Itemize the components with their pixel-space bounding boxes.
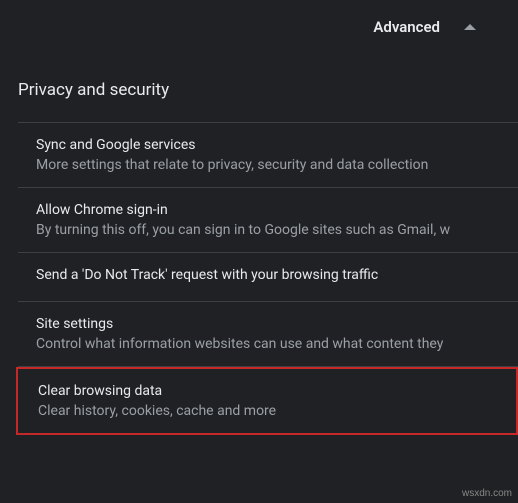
settings-item-donottrack[interactable]: Send a 'Do Not Track' request with your …: [18, 253, 518, 302]
section-title: Privacy and security: [0, 54, 518, 122]
settings-item-sync[interactable]: Sync and Google services More settings t…: [18, 123, 518, 188]
item-description: Clear history, cookies, cache and more: [38, 403, 512, 419]
item-title: Clear browsing data: [38, 383, 512, 399]
settings-list: Sync and Google services More settings t…: [18, 122, 518, 435]
item-description: More settings that relate to privacy, se…: [36, 157, 514, 173]
item-title: Allow Chrome sign-in: [36, 202, 514, 218]
advanced-toggle[interactable]: Advanced: [0, 0, 518, 54]
item-description: Control what information websites can us…: [36, 336, 514, 352]
item-title: Sync and Google services: [36, 137, 514, 153]
settings-item-clear-browsing[interactable]: Clear browsing data Clear history, cooki…: [16, 367, 518, 435]
item-title: Send a 'Do Not Track' request with your …: [36, 267, 514, 283]
item-title: Site settings: [36, 316, 514, 332]
watermark: wsxdn.com: [462, 488, 512, 499]
settings-item-site[interactable]: Site settings Control what information w…: [18, 302, 518, 367]
advanced-label: Advanced: [373, 18, 440, 36]
item-description: By turning this off, you can sign in to …: [36, 222, 514, 238]
settings-item-signin[interactable]: Allow Chrome sign-in By turning this off…: [18, 188, 518, 253]
chevron-up-icon: [464, 24, 476, 30]
